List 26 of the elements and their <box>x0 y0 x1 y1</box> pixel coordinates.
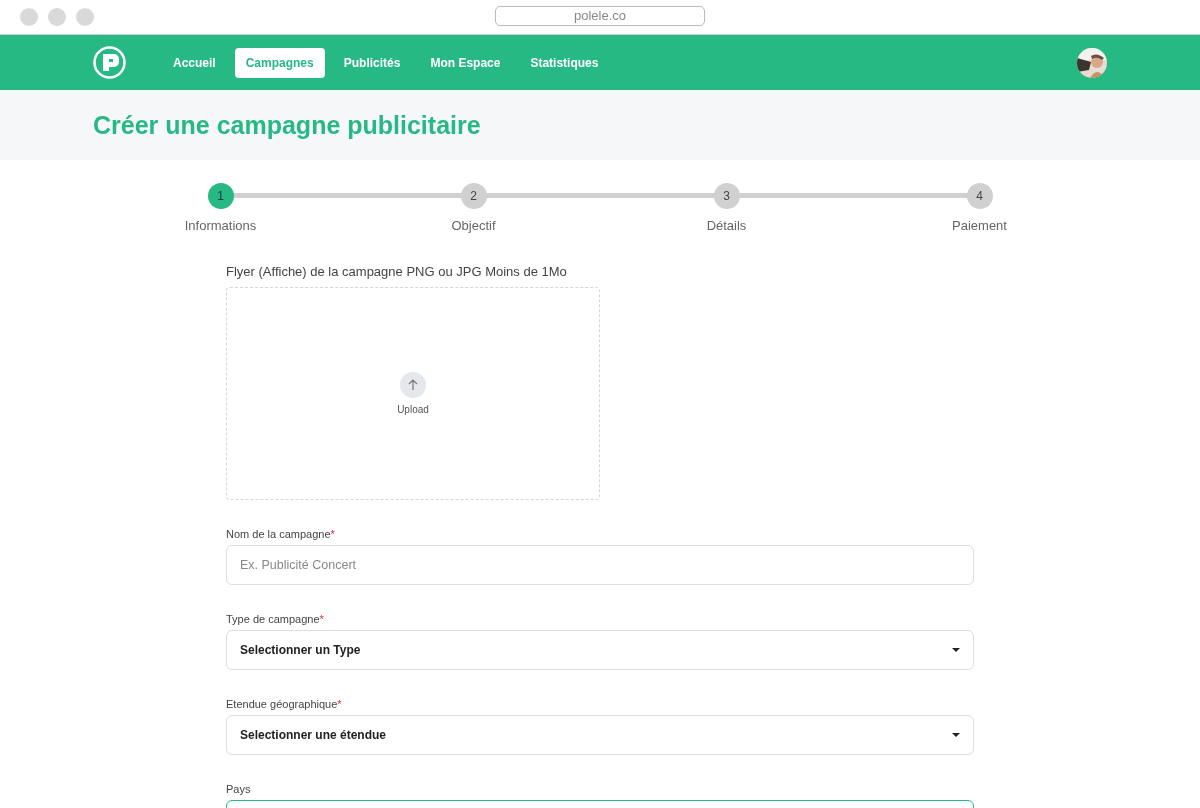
select-field[interactable]: Selectionner une étendue <box>226 715 974 755</box>
upload-icon <box>400 372 426 398</box>
field-label: Flyer (Affiche) de la campagne PNG ou JPG Moins de 1Mo <box>226 264 568 279</box>
page-title: Créer une campagne publicitaire <box>93 110 482 141</box>
window-control-icon[interactable] <box>48 8 66 26</box>
step-label: Objectif <box>451 218 496 233</box>
logo-icon[interactable] <box>93 46 126 79</box>
window-control-icon[interactable] <box>20 8 38 26</box>
window-control-icon[interactable] <box>76 8 94 26</box>
caret-icon <box>952 648 960 652</box>
field-label: Nom de la campagne* <box>226 528 336 540</box>
step-number[interactable]: 3 <box>713 183 740 209</box>
step-label: Paiement <box>952 218 1007 233</box>
step-number[interactable]: 2 <box>460 183 487 209</box>
step-label: Informations <box>184 218 257 233</box>
field-label: Type de campagne* <box>226 613 325 625</box>
step-number[interactable]: 1 <box>207 183 234 209</box>
step-number[interactable]: 4 <box>966 183 993 209</box>
address-bar[interactable]: polele.co <box>495 6 705 26</box>
caret-icon <box>952 733 960 737</box>
field-label: Etendue géographique* <box>226 698 343 710</box>
step-label: Détails <box>706 218 747 233</box>
upload-button[interactable]: Upload <box>397 372 429 415</box>
select-field[interactable]: Selectionner un Type <box>226 630 974 670</box>
upload-area[interactable]: Upload <box>226 287 600 500</box>
field-label: Pays <box>226 783 252 795</box>
